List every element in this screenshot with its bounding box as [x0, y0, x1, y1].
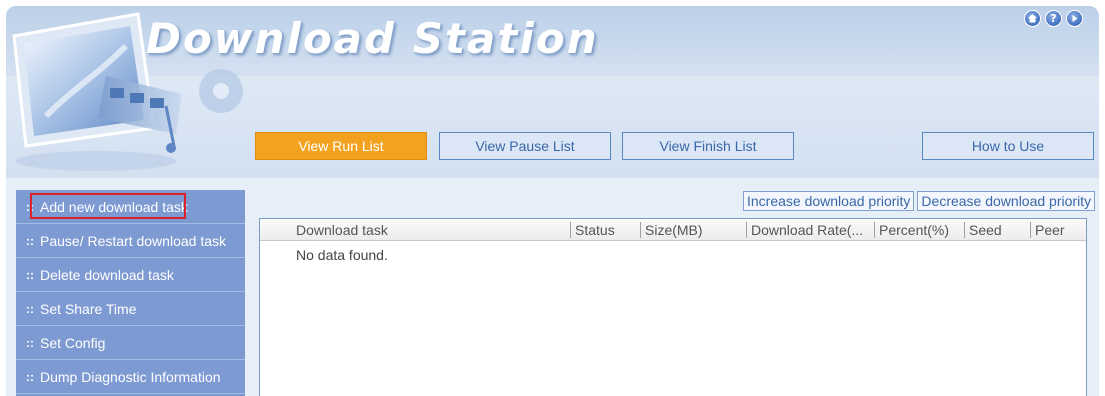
next-icon[interactable]: [1066, 10, 1083, 27]
sidebar-item-dump-diagnostic[interactable]: :: Dump Diagnostic Information: [16, 360, 245, 394]
app-title: Download Station: [146, 14, 599, 63]
bullet-icon: ::: [26, 301, 34, 316]
sidebar-item-label: Dump Diagnostic Information: [40, 368, 221, 385]
column-header-status[interactable]: Status: [570, 221, 640, 238]
column-header-percent[interactable]: Percent(%): [874, 221, 964, 238]
sidebar-item-share-time[interactable]: :: Set Share Time: [16, 292, 245, 326]
column-header-download-task[interactable]: Download task: [260, 222, 570, 238]
view-run-list-button[interactable]: View Run List: [255, 132, 427, 160]
download-task-table: Download task Status Size(MB) Download R…: [259, 218, 1087, 396]
bullet-icon: ::: [26, 335, 34, 350]
sidebar-item-label: Add new download task: [40, 198, 188, 215]
column-header-peer[interactable]: Peer: [1030, 221, 1084, 238]
priority-controls: Increase download priority Decrease down…: [743, 191, 1096, 211]
how-to-use-button[interactable]: How to Use: [922, 132, 1094, 160]
bullet-icon: ::: [26, 369, 34, 384]
bullet-icon: ::: [26, 267, 34, 282]
top-icon-group: ?: [1024, 10, 1083, 27]
table-header: Download task Status Size(MB) Download R…: [260, 219, 1086, 241]
empty-table-message: No data found.: [296, 247, 388, 263]
header: Download Station ? View Run List View Pa…: [6, 6, 1099, 178]
home-icon[interactable]: [1024, 10, 1041, 27]
sidebar-item-label: Set Share Time: [40, 300, 137, 317]
sidebar: :: Add new download task :: Pause/ Resta…: [16, 190, 245, 396]
sidebar-item-label: Set Config: [40, 334, 106, 351]
sidebar-item-set-config[interactable]: :: Set Config: [16, 326, 245, 360]
column-header-size[interactable]: Size(MB): [640, 221, 746, 238]
bullet-icon: ::: [26, 233, 34, 248]
sidebar-item-add-task[interactable]: :: Add new download task: [16, 190, 245, 224]
sidebar-item-label: Pause/ Restart download task: [40, 232, 226, 249]
sidebar-item-delete-task[interactable]: :: Delete download task: [16, 258, 245, 292]
column-header-download-rate[interactable]: Download Rate(...: [746, 221, 874, 238]
sidebar-item-pause-restart[interactable]: :: Pause/ Restart download task: [16, 224, 245, 258]
help-icon[interactable]: ?: [1045, 10, 1062, 27]
bullet-icon: ::: [26, 199, 34, 214]
sidebar-item-label: Delete download task: [40, 266, 174, 283]
download-station-window: Download Station ? View Run List View Pa…: [6, 6, 1099, 396]
decrease-priority-button[interactable]: Decrease download priority: [917, 191, 1096, 211]
increase-priority-button[interactable]: Increase download priority: [743, 191, 915, 211]
column-header-seed[interactable]: Seed: [964, 221, 1030, 238]
view-nav: View Run List View Pause List View Finis…: [6, 132, 1099, 164]
view-pause-list-button[interactable]: View Pause List: [439, 132, 611, 160]
view-finish-list-button[interactable]: View Finish List: [622, 132, 794, 160]
